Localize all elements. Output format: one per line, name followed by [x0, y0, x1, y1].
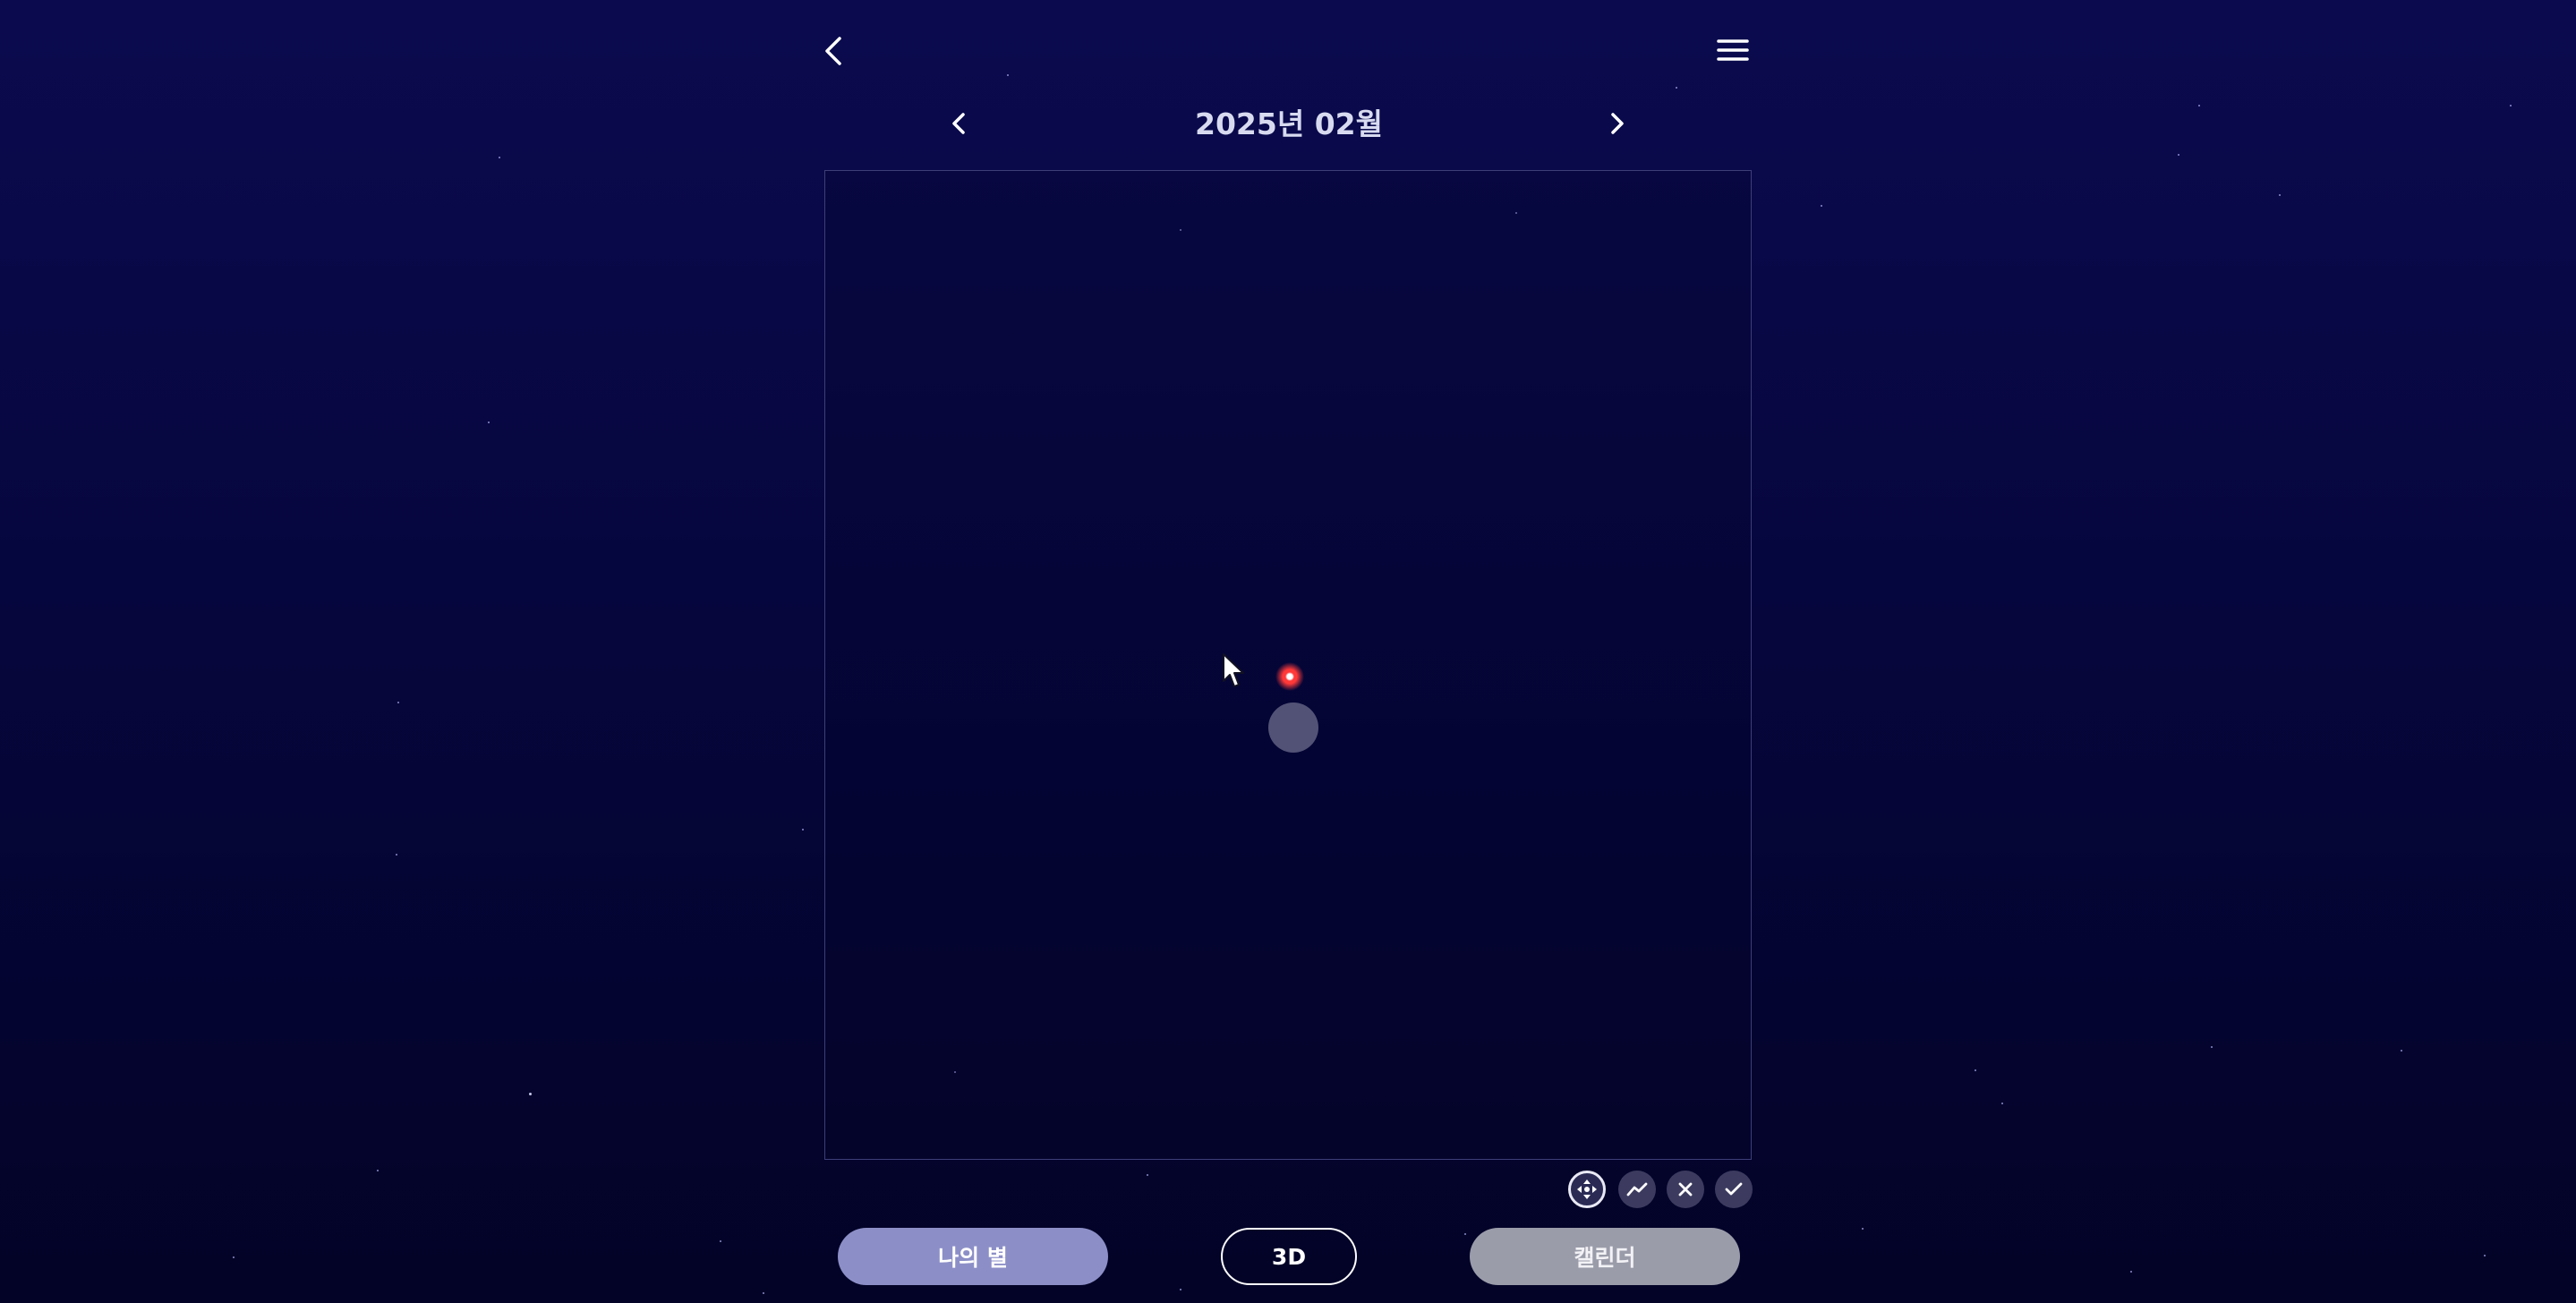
calendar-button[interactable]: 캘린더	[1470, 1228, 1740, 1285]
menu-button[interactable]	[1713, 30, 1753, 70]
back-button[interactable]	[815, 32, 852, 70]
mouse-cursor-icon	[1223, 653, 1244, 687]
delete-tool-button[interactable]	[1667, 1171, 1704, 1208]
hamburger-menu-icon	[1717, 39, 1749, 61]
check-icon	[1725, 1182, 1743, 1196]
red-star-marker[interactable]	[1275, 662, 1304, 691]
drag-handle-orb[interactable]	[1268, 703, 1318, 753]
chevron-left-icon	[952, 113, 965, 134]
month-title: 2025년 02월	[1195, 106, 1383, 141]
chevron-left-icon	[825, 37, 841, 65]
line-chart-icon	[1626, 1182, 1648, 1197]
move-tool-button[interactable]	[1568, 1171, 1606, 1208]
prev-month-button[interactable]	[943, 107, 974, 140]
confirm-tool-button[interactable]	[1715, 1171, 1753, 1208]
move-arrows-icon	[1577, 1180, 1597, 1199]
my-star-button[interactable]: 나의 별	[838, 1228, 1108, 1285]
line-tool-button[interactable]	[1618, 1171, 1656, 1208]
three-d-button[interactable]: 3D	[1221, 1228, 1357, 1285]
my-star-label: 나의 별	[938, 1245, 1008, 1271]
chevron-right-icon	[1611, 113, 1624, 134]
close-icon	[1678, 1182, 1693, 1197]
calendar-label: 캘린더	[1574, 1245, 1636, 1271]
three-d-label: 3D	[1271, 1243, 1307, 1270]
next-month-button[interactable]	[1602, 107, 1633, 140]
